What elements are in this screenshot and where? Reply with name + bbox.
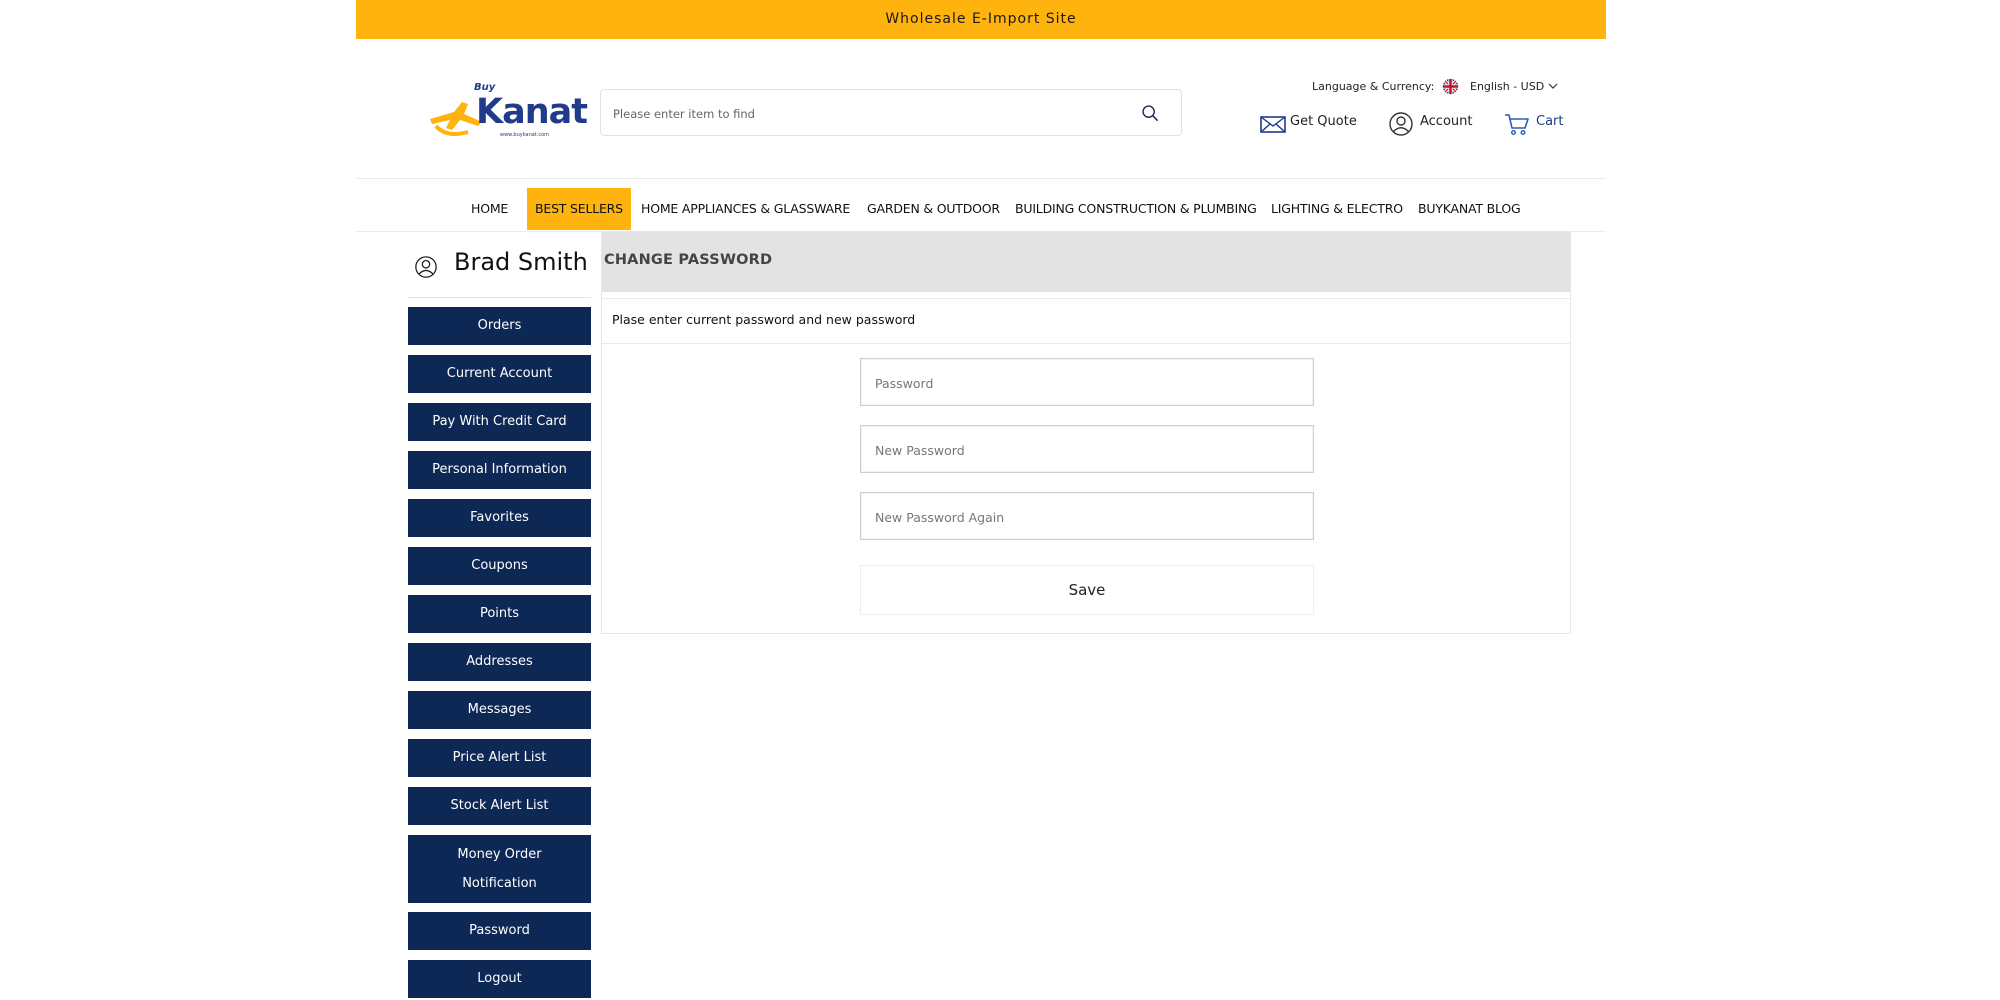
user-icon xyxy=(1389,112,1413,136)
site-logo[interactable]: Buy Kanat www.buykanat.com xyxy=(428,82,588,140)
sidebar-item-password[interactable]: Password xyxy=(408,912,591,950)
nav-item-buykanat-blog[interactable]: BUYKANAT BLOG xyxy=(1418,188,1521,230)
nav-item-home[interactable]: HOME xyxy=(471,188,508,230)
sidebar-item-money-order-notification[interactable]: Money Order Notification xyxy=(408,835,591,903)
user-name: Brad Smith xyxy=(454,248,588,276)
page: Wholesale E-Import Site Buy Kanat www.bu… xyxy=(0,0,2000,1000)
account-label: Account xyxy=(1420,114,1473,129)
page-title: CHANGE PASSWORD xyxy=(604,252,773,268)
nav-item-home-appliances-glassware[interactable]: HOME APPLIANCES & GLASSWARE xyxy=(641,188,850,230)
change-password-panel: CHANGE PASSWORD Plase enter current pass… xyxy=(601,231,1571,634)
new-password-field xyxy=(860,425,1314,474)
sidebar-item-label-line1: Money Order xyxy=(457,847,542,862)
panel-header: CHANGE PASSWORD xyxy=(602,232,1570,292)
current-password-input[interactable] xyxy=(873,359,1297,407)
new-password-again-field xyxy=(860,492,1314,541)
cart-icon xyxy=(1505,114,1529,136)
sidebar-item-pay-with-credit-card[interactable]: Pay With Credit Card xyxy=(408,403,591,441)
language-currency-value: English - USD xyxy=(1470,80,1545,93)
user-icon xyxy=(415,256,437,278)
language-currency-label: Language & Currency: xyxy=(1312,80,1435,93)
current-password-field xyxy=(860,358,1314,407)
new-password-input[interactable] xyxy=(873,426,1297,474)
get-quote-label: Get Quote xyxy=(1290,114,1357,129)
sidebar-item-logout[interactable]: Logout xyxy=(408,960,591,998)
sidebar-item-current-account[interactable]: Current Account xyxy=(408,355,591,393)
get-quote-link[interactable]: Get Quote xyxy=(1260,111,1360,137)
account-link[interactable]: Account xyxy=(1388,111,1488,137)
instruction-text: Plase enter current password and new pas… xyxy=(612,312,916,327)
nav-item-lighting-electro[interactable]: LIGHTING & ELECTRO xyxy=(1271,188,1403,230)
sidebar-item-personal-information[interactable]: Personal Information xyxy=(408,451,591,489)
panel-instruction-bar: Plase enter current password and new pas… xyxy=(602,298,1570,344)
nav-item-best-sellers[interactable]: BEST SELLERS xyxy=(527,188,631,230)
sidebar-item-coupons[interactable]: Coupons xyxy=(408,547,591,585)
new-password-again-input[interactable] xyxy=(873,493,1297,541)
envelope-icon xyxy=(1260,116,1286,133)
logo-text: Kanat xyxy=(476,92,588,132)
nav-divider-top xyxy=(356,178,1606,179)
sidebar-item-label-line2: Notification xyxy=(462,876,537,891)
sidebar-item-orders[interactable]: Orders xyxy=(408,307,591,345)
nav-item-building-construction-plumbing[interactable]: BUILDING CONSTRUCTION & PLUMBING xyxy=(1015,188,1257,230)
sidebar-item-favorites[interactable]: Favorites xyxy=(408,499,591,537)
uk-flag-icon xyxy=(1442,78,1459,95)
sidebar-item-points[interactable]: Points xyxy=(408,595,591,633)
sidebar-item-stock-alert-list[interactable]: Stock Alert List xyxy=(408,787,591,825)
top-banner: Wholesale E-Import Site xyxy=(356,0,1606,39)
sidebar-item-price-alert-list[interactable]: Price Alert List xyxy=(408,739,591,777)
chevron-down-icon xyxy=(1548,83,1558,89)
cart-link[interactable]: Cart xyxy=(1504,111,1574,137)
sidebar-item-addresses[interactable]: Addresses xyxy=(408,643,591,681)
user-divider xyxy=(408,297,591,298)
search-input[interactable] xyxy=(611,90,1115,137)
sidebar-item-messages[interactable]: Messages xyxy=(408,691,591,729)
main-nav: HOME BEST SELLERS HOME APPLIANCES & GLAS… xyxy=(356,188,1606,230)
search-box xyxy=(600,89,1182,137)
nav-item-garden-outdoor[interactable]: GARDEN & OUTDOOR xyxy=(867,188,1000,230)
cart-label: Cart xyxy=(1536,114,1564,129)
search-icon[interactable] xyxy=(1141,104,1159,122)
save-button[interactable]: Save xyxy=(860,565,1314,615)
logo-url: www.buykanat.com xyxy=(500,132,550,138)
